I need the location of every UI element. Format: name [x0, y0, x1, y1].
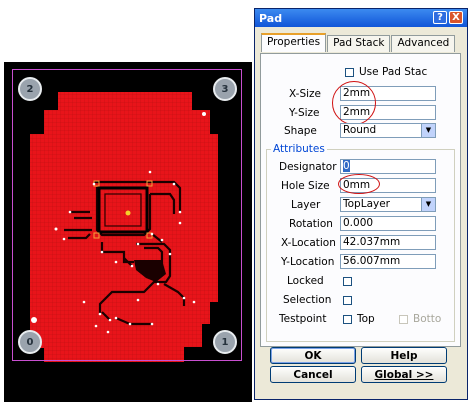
y-location-label: Y-Location: [281, 256, 335, 268]
board-outline: [12, 69, 242, 361]
help-icon[interactable]: ?: [433, 11, 447, 24]
corner-pad-0[interactable]: 0: [18, 330, 42, 354]
layer-select-value: TopLayer: [343, 198, 390, 210]
layer-select[interactable]: TopLayer ▼: [340, 197, 436, 212]
designator-value: 0: [343, 160, 350, 172]
locked-checkbox[interactable]: [343, 277, 352, 286]
x-size-label: X-Size: [289, 88, 322, 100]
x-location-label: X-Location: [281, 237, 336, 249]
locked-label: Locked: [287, 275, 324, 287]
y-size-label: Y-Size: [289, 107, 320, 119]
help-button[interactable]: Help: [361, 347, 447, 364]
use-pad-stack-label: Use Pad Stac: [359, 66, 428, 78]
pad-dialog: Pad ? X Properties Pad Stack Advanced Us…: [254, 8, 468, 400]
pcb-canvas[interactable]: 2 3 0 1: [4, 62, 252, 402]
corner-pad-label: 1: [221, 336, 229, 348]
y-location-field[interactable]: 56.007mm: [340, 254, 436, 269]
corner-pad-3[interactable]: 3: [213, 77, 237, 101]
rotation-field[interactable]: 0.000: [340, 216, 436, 231]
use-pad-stack-checkbox[interactable]: [345, 68, 354, 77]
tab-properties[interactable]: Properties: [261, 33, 327, 52]
corner-pad-label: 0: [26, 336, 34, 348]
attributes-group: Attributes Designator 0 Hole Size 0mm La…: [266, 143, 455, 342]
corner-pad-label: 2: [26, 83, 34, 95]
dialog-title: Pad: [259, 11, 283, 25]
chevron-down-icon[interactable]: ▼: [421, 198, 435, 211]
hole-size-highlight-ellipse: [338, 174, 380, 194]
close-icon[interactable]: X: [449, 11, 463, 24]
testpoint-bottom-checkbox[interactable]: [399, 315, 408, 324]
testpoint-top-label: Top: [357, 313, 375, 325]
testpoint-bottom-label: Botto: [413, 313, 442, 325]
shape-label: Shape: [284, 125, 317, 137]
x-location-field[interactable]: 42.037mm: [340, 235, 436, 250]
ok-button[interactable]: OK: [270, 347, 356, 364]
properties-panel: Use Pad Stac X-Size 2mm Y-Size 2mm Shape…: [260, 53, 461, 347]
chevron-down-icon[interactable]: ▼: [421, 124, 435, 137]
hole-size-label: Hole Size: [281, 180, 330, 192]
tab-strip: Properties Pad Stack Advanced: [261, 33, 456, 53]
global-button[interactable]: Global >>: [361, 366, 447, 383]
shape-select[interactable]: Round ▼: [340, 123, 436, 138]
designator-label: Designator: [279, 161, 337, 173]
corner-pad-label: 3: [221, 83, 229, 95]
designator-field[interactable]: 0: [340, 159, 436, 174]
rotation-label: Rotation: [289, 218, 333, 230]
testpoint-label: Testpoint: [279, 313, 327, 325]
selection-label: Selection: [283, 294, 332, 306]
dialog-titlebar[interactable]: Pad ? X: [255, 9, 467, 27]
corner-pad-1[interactable]: 1: [213, 330, 237, 354]
layer-label: Layer: [291, 199, 321, 211]
tab-advanced[interactable]: Advanced: [391, 35, 456, 52]
shape-select-value: Round: [343, 124, 377, 136]
size-highlight-ellipse: [332, 81, 376, 125]
selection-checkbox[interactable]: [343, 296, 352, 305]
testpoint-top-checkbox[interactable]: [343, 315, 352, 324]
corner-pad-2[interactable]: 2: [18, 77, 42, 101]
tab-pad-stack[interactable]: Pad Stack: [327, 35, 391, 52]
attributes-group-title: Attributes: [271, 143, 327, 155]
cancel-button[interactable]: Cancel: [270, 366, 356, 383]
